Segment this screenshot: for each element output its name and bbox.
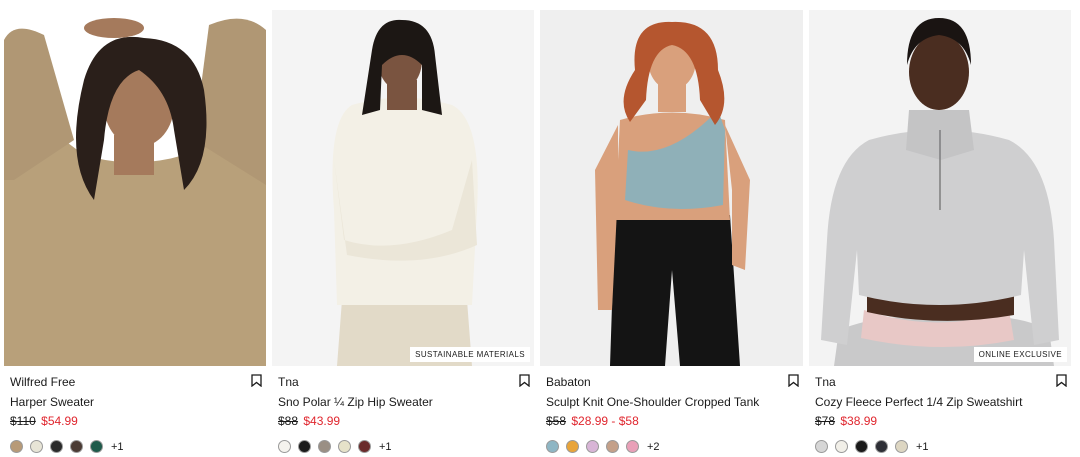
color-swatch[interactable]	[586, 440, 599, 453]
original-price: $110	[10, 414, 36, 428]
product-price: $110 $54.99	[10, 414, 78, 428]
sale-price: $43.99	[303, 414, 341, 428]
sale-price: $54.99	[41, 414, 78, 428]
bookmark-icon[interactable]	[1056, 374, 1067, 388]
color-swatch[interactable]	[298, 440, 311, 453]
color-swatch[interactable]	[626, 440, 639, 453]
product-price: $88 $43.99	[278, 414, 340, 428]
more-colors-count[interactable]: +1	[916, 441, 929, 453]
more-colors-count[interactable]: +2	[647, 441, 660, 453]
color-swatches: +1	[10, 440, 124, 453]
product-card[interactable]: Babaton Sculpt Knit One-Shoulder Cropped…	[540, 10, 803, 457]
product-card[interactable]: ONLINE EXCLUSIVE Tna Cozy Fleece Perfect…	[809, 10, 1071, 457]
product-brand[interactable]: Babaton	[546, 375, 591, 389]
color-swatch[interactable]	[10, 440, 23, 453]
color-swatch[interactable]	[835, 440, 848, 453]
color-swatch[interactable]	[70, 440, 83, 453]
bookmark-icon[interactable]	[519, 374, 530, 388]
color-swatch[interactable]	[318, 440, 331, 453]
product-price: $78 $38.99	[815, 414, 877, 428]
bookmark-icon[interactable]	[251, 374, 262, 388]
color-swatch[interactable]	[606, 440, 619, 453]
color-swatch[interactable]	[855, 440, 868, 453]
color-swatch[interactable]	[546, 440, 559, 453]
color-swatch[interactable]	[90, 440, 103, 453]
color-swatch[interactable]	[895, 440, 908, 453]
product-brand[interactable]: Tna	[815, 375, 836, 389]
color-swatch[interactable]	[338, 440, 351, 453]
more-colors-count[interactable]: +1	[379, 441, 392, 453]
more-colors-count[interactable]: +1	[111, 441, 124, 453]
product-brand[interactable]: Tna	[278, 375, 299, 389]
color-swatch[interactable]	[875, 440, 888, 453]
original-price: $58	[546, 414, 567, 428]
color-swatches: +2	[546, 440, 660, 453]
product-image[interactable]	[4, 10, 266, 366]
product-name[interactable]: Harper Sweater	[10, 395, 94, 409]
original-price: $88	[278, 414, 299, 428]
sale-price: $28.99 - $58	[571, 414, 639, 428]
product-tag: SUSTAINABLE MATERIALS	[410, 347, 530, 362]
product-image[interactable]: ONLINE EXCLUSIVE	[809, 10, 1071, 366]
original-price: $78	[815, 414, 836, 428]
color-swatch[interactable]	[278, 440, 291, 453]
product-card[interactable]: SUSTAINABLE MATERIALS Tna Sno Polar ¼ Zi…	[272, 10, 534, 457]
product-name[interactable]: Sno Polar ¼ Zip Hip Sweater	[278, 395, 433, 409]
color-swatch[interactable]	[30, 440, 43, 453]
product-image[interactable]: SUSTAINABLE MATERIALS	[272, 10, 534, 366]
sale-price: $38.99	[840, 414, 878, 428]
product-name[interactable]: Sculpt Knit One-Shoulder Cropped Tank	[546, 395, 759, 409]
product-brand[interactable]: Wilfred Free	[10, 375, 75, 389]
color-swatch[interactable]	[566, 440, 579, 453]
product-card[interactable]: Wilfred Free Harper Sweater $110 $54.99 …	[4, 10, 266, 457]
bookmark-icon[interactable]	[788, 374, 799, 388]
color-swatches: +1	[815, 440, 929, 453]
product-tag: ONLINE EXCLUSIVE	[973, 347, 1067, 362]
product-grid: Wilfred Free Harper Sweater $110 $54.99 …	[0, 0, 1080, 457]
color-swatches: +1	[278, 440, 392, 453]
color-swatch[interactable]	[815, 440, 828, 453]
color-swatch[interactable]	[358, 440, 371, 453]
product-name[interactable]: Cozy Fleece Perfect 1/4 Zip Sweatshirt	[815, 395, 1022, 409]
color-swatch[interactable]	[50, 440, 63, 453]
product-price: $58 $28.99 - $58	[546, 414, 639, 428]
product-image[interactable]	[540, 10, 803, 366]
